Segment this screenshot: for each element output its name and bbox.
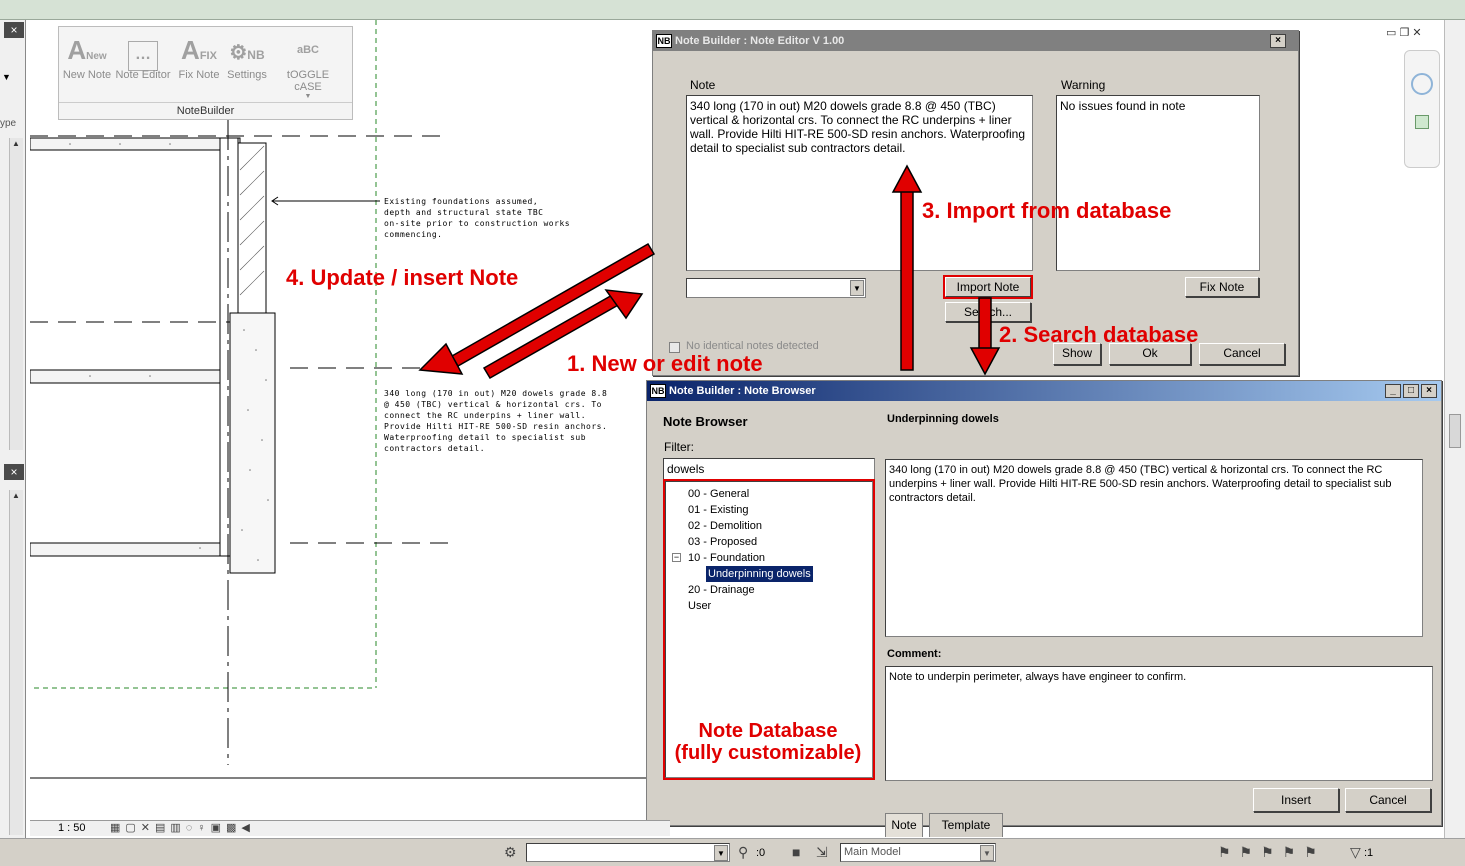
view-control-icons[interactable]: ▦▢✕▤▥◌♀▣▩◀ [110, 821, 255, 834]
filter-icon[interactable]: ▽ [1350, 844, 1361, 861]
annotation-step1: 1. New or edit note [567, 351, 763, 376]
annotation-step4: 4. Update / insert Note [286, 265, 519, 290]
view-control-bar: 1 : 50 ▦▢✕▤▥◌♀▣▩◀ [30, 820, 670, 836]
view-scale[interactable]: 1 : 50 [58, 822, 86, 834]
model-combo[interactable]: Main Model ▼ [840, 843, 996, 862]
workset-icon[interactable]: ⚙ [504, 844, 517, 861]
design-options-icon[interactable]: ■ [792, 844, 800, 860]
filter-count: :1 [1364, 847, 1374, 859]
editable-count: :0 [756, 847, 766, 859]
annotation-arrows [418, 164, 1001, 380]
editable-icon[interactable]: ⚲ [738, 844, 748, 861]
annotation-step2: 2. Search database [999, 322, 1199, 347]
chevron-down-icon[interactable]: ▼ [714, 845, 728, 861]
annotation-step3: 3. Import from database [922, 198, 1172, 223]
status-bar: ⚙ ▼ ⚲ :0 ■ ⇲ Main Model ▼ ⚑⚑⚑⚑⚑ ▽ :1 [0, 838, 1465, 866]
chevron-down-icon[interactable]: ▼ [980, 845, 994, 861]
workset-combo[interactable]: ▼ [526, 843, 730, 862]
selection-icons[interactable]: ⚑⚑⚑⚑⚑ [1218, 844, 1326, 861]
exclude-options-icon[interactable]: ⇲ [816, 844, 828, 861]
